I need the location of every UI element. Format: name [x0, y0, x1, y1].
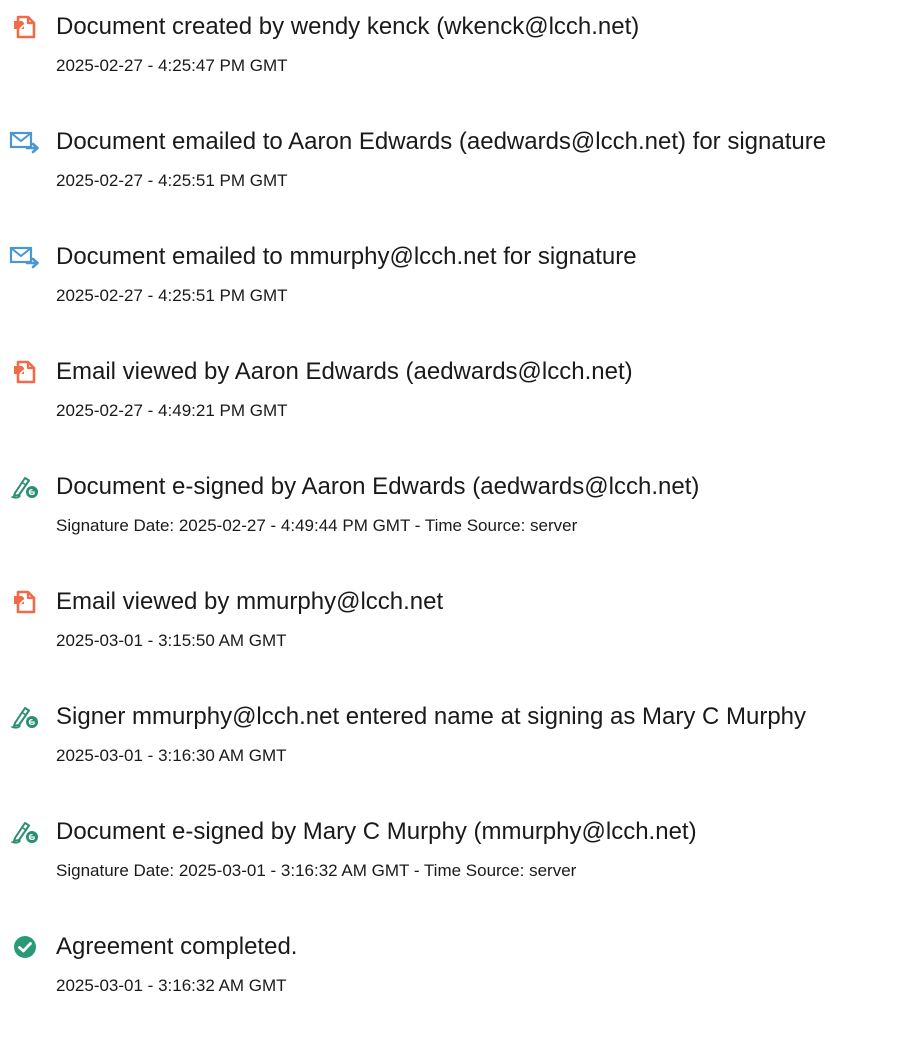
history-event: Email viewed by Aaron Edwards (aedwards@… — [8, 355, 908, 470]
document-icon — [8, 12, 42, 42]
event-signature-date: Signature Date: 2025-03-01 - 3:16:32 AM … — [56, 861, 577, 880]
event-timestamp: 2025-02-27 - 4:25:47 PM GMT — [56, 56, 288, 75]
event-signature-date: Signature Date: 2025-02-27 - 4:49:44 PM … — [56, 516, 578, 535]
event-title: Email viewed by Aaron Edwards (aedwards@… — [56, 358, 633, 385]
document-icon — [8, 587, 42, 617]
history-event: Email viewed by mmurphy@lcch.net 2025-03… — [8, 585, 908, 700]
event-title: Document emailed to mmurphy@lcch.net for… — [56, 243, 637, 270]
email-send-icon — [8, 242, 42, 272]
history-event: Signer mmurphy@lcch.net entered name at … — [8, 700, 908, 815]
event-title: Document e-signed by Mary C Murphy (mmur… — [56, 818, 697, 845]
history-event: Agreement completed. 2025-03-01 - 3:16:3… — [8, 930, 908, 1045]
history-event: Document e-signed by Mary C Murphy (mmur… — [8, 815, 908, 930]
event-title: Agreement completed. — [56, 933, 298, 960]
esign-pen-icon — [8, 817, 42, 847]
history-event: Document emailed to Aaron Edwards (aedwa… — [8, 125, 908, 240]
event-title: Document emailed to Aaron Edwards (aedwa… — [56, 128, 827, 155]
audit-history: Document created by wendy kenck (wkenck@… — [8, 10, 908, 1045]
history-event: Document emailed to mmurphy@lcch.net for… — [8, 240, 908, 355]
event-timestamp: 2025-03-01 - 3:15:50 AM GMT — [56, 631, 287, 650]
event-timestamp: 2025-02-27 - 4:49:21 PM GMT — [56, 401, 288, 420]
esign-pen-icon — [8, 702, 42, 732]
check-circle-icon — [8, 932, 42, 962]
document-icon — [8, 357, 42, 387]
event-timestamp: 2025-02-27 - 4:25:51 PM GMT — [56, 171, 288, 190]
history-event: Document e-signed by Aaron Edwards (aedw… — [8, 470, 908, 585]
esign-pen-icon — [8, 472, 42, 502]
event-title: Document created by wendy kenck (wkenck@… — [56, 13, 640, 40]
event-timestamp: 2025-03-01 - 3:16:32 AM GMT — [56, 976, 287, 995]
history-event: Document created by wendy kenck (wkenck@… — [8, 10, 908, 125]
event-timestamp: 2025-03-01 - 3:16:30 AM GMT — [56, 746, 287, 765]
email-send-icon — [8, 127, 42, 157]
event-title: Email viewed by mmurphy@lcch.net — [56, 588, 444, 615]
event-title: Signer mmurphy@lcch.net entered name at … — [56, 703, 807, 730]
event-timestamp: 2025-02-27 - 4:25:51 PM GMT — [56, 286, 288, 305]
event-title: Document e-signed by Aaron Edwards (aedw… — [56, 473, 700, 500]
